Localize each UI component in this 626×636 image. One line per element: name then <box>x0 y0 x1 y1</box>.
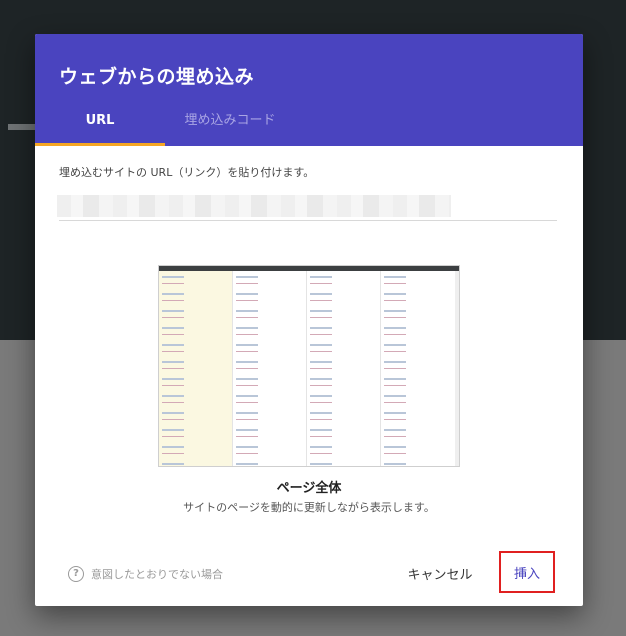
preview-column <box>307 271 381 466</box>
cancel-button[interactable]: キャンセル <box>400 561 480 585</box>
url-input-blurred-content <box>57 195 451 217</box>
preview-column <box>381 271 456 466</box>
insert-button[interactable]: 挿入 <box>499 551 555 593</box>
preview-mode-description: サイトのページを動的に更新しながら表示します。 <box>183 501 435 514</box>
preview-column <box>233 271 307 466</box>
help-link[interactable]: ? 意図したとおりでない場合 <box>68 565 223 583</box>
background-element <box>8 124 38 130</box>
help-circle-icon: ? <box>68 566 84 582</box>
preview-column <box>159 271 233 466</box>
preview-scrollbar <box>455 271 459 466</box>
instruction-text: 埋め込むサイトの URL（リンク）を貼り付けます。 <box>59 166 315 179</box>
tab-url[interactable]: URL <box>35 112 165 146</box>
page-preview-thumbnail <box>158 265 460 467</box>
embed-dialog: ウェブからの埋め込み URL 埋め込みコード 埋め込むサイトの URL（リンク）… <box>35 34 583 606</box>
dialog-title: ウェブからの埋め込み <box>59 66 255 88</box>
help-link-label: 意図したとおりでない場合 <box>91 568 223 581</box>
dialog-header: ウェブからの埋め込み URL 埋め込みコード <box>35 34 583 146</box>
tab-embed-code[interactable]: 埋め込みコード <box>165 112 295 146</box>
preview-mode-title: ページ全体 <box>276 481 342 496</box>
active-tab-indicator <box>35 143 165 146</box>
